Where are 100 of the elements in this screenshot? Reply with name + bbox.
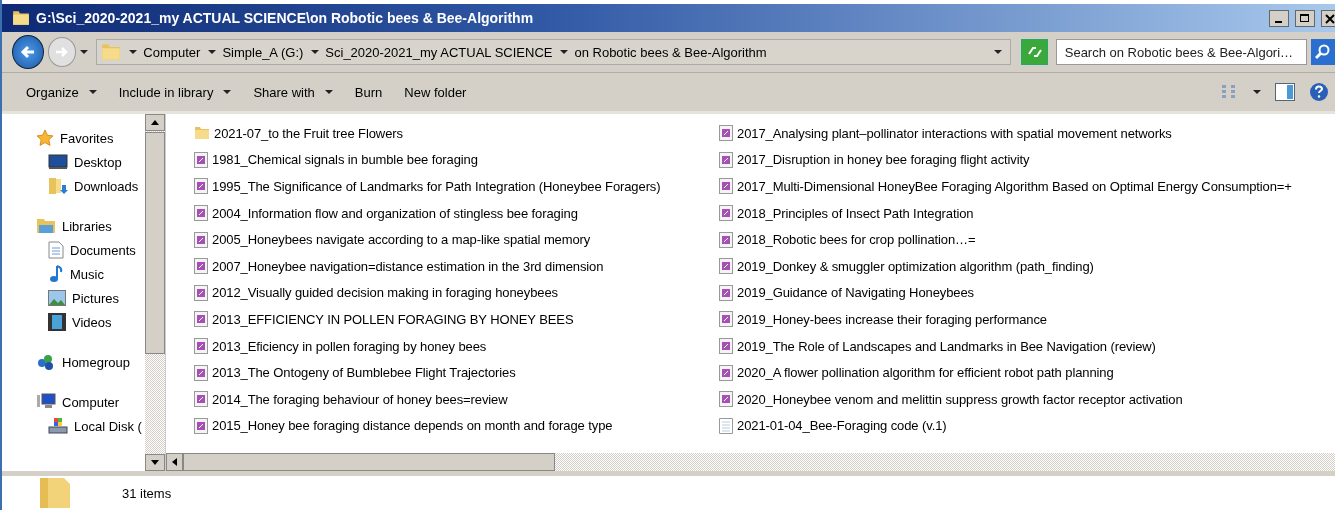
document-icon [194, 391, 208, 408]
horizontal-scrollbar[interactable] [166, 453, 1335, 471]
nav-item[interactable]: Local Disk ( [2, 414, 145, 438]
file-item[interactable]: 2013_The Ontogeny of Bumblebee Flight Trajectories [194, 359, 719, 386]
document-icon [194, 205, 208, 222]
caret-icon [1253, 90, 1261, 94]
toolbar-button[interactable]: Organize [20, 80, 103, 104]
window-title: G:\Sci_2020-2021_my ACTUAL SCIENCE\on Robotic bees & Bee-Algorithm [36, 10, 534, 26]
music-note-icon [48, 265, 64, 283]
nav-item[interactable]: Favorites [2, 126, 145, 150]
caret-icon [994, 50, 1003, 54]
close-button[interactable] [1321, 9, 1335, 27]
document-icon [719, 205, 733, 222]
file-item[interactable]: 2018_Principles of Insect Path Integration [719, 199, 1335, 227]
nav-item[interactable]: Videos [2, 310, 145, 334]
caret-icon [129, 50, 138, 54]
document-icon [194, 364, 208, 381]
search-field[interactable]: Search on Robotic bees & Bee-Algori… [1055, 39, 1307, 65]
maximize-button[interactable] [1295, 9, 1315, 27]
document-icon [719, 311, 733, 328]
toolbar-button[interactable]: Burn [348, 80, 389, 104]
file-item[interactable]: 2017_Disruption in honey bee foraging flight activity [719, 146, 1335, 174]
nav-item[interactable]: Music [2, 262, 145, 286]
breadcrumb[interactable]: Computer [129, 44, 201, 60]
file-item[interactable]: 2020_A flower pollination algorithm for efficient robot path planning [719, 359, 1335, 386]
scroll-left-icon[interactable] [172, 458, 177, 466]
file-item[interactable]: 2013_Eficiency in pollen foraging by honey bees [194, 332, 719, 360]
nav-item[interactable]: Computer [2, 390, 145, 414]
scroll-up-icon[interactable] [151, 120, 159, 125]
file-item[interactable]: 1995_The Significance of Landmarks for Path Integration (Honeybee Foragers) [194, 173, 719, 200]
search-button[interactable] [1310, 39, 1335, 65]
computer-icon [36, 393, 56, 411]
desktop-icon [48, 154, 68, 170]
file-item[interactable]: 2019_The Role of Landscapes and Landmarks in Bee Navigation (review) [719, 332, 1335, 360]
file-item[interactable]: 2017_Analysing plant–pollinator interactions with spatial movement networks [719, 120, 1335, 147]
caret-icon [560, 50, 569, 54]
back-button[interactable] [12, 35, 45, 69]
document-icon [719, 151, 733, 168]
caret-icon [223, 90, 232, 94]
file-item[interactable]: 2017_Multi-Dimensional HoneyBee Foraging Algorithm Based on Optimal Energy Consumption=+ [719, 173, 1335, 200]
document-icon [194, 417, 208, 434]
item-count: 31 items [122, 485, 172, 501]
document-icon [48, 241, 64, 259]
refresh-button[interactable] [1021, 39, 1048, 65]
star-icon [36, 129, 54, 147]
document-icon [719, 231, 733, 248]
file-item[interactable]: 2019_Guidance of Navigating Honeybees [719, 279, 1335, 307]
disk-drive-icon [48, 417, 68, 435]
toolbar-button[interactable]: Include in library [112, 80, 238, 104]
file-item[interactable]: 2021-07_to the Fruit tree Flowers [194, 120, 719, 147]
library-icon [36, 217, 56, 235]
breadcrumb[interactable]: on Robotic bees & Bee-Algorithm [560, 44, 767, 60]
text-file-icon [719, 417, 733, 434]
homegroup-icon [36, 353, 56, 371]
document-icon [194, 338, 208, 355]
document-icon [194, 151, 208, 168]
file-item[interactable]: 2013_EFFICIENCY IN POLLEN FORAGING BY HONEY BEES [194, 306, 719, 333]
nav-item[interactable]: Documents [2, 238, 145, 262]
file-item[interactable]: 2005_Honeybees navigate according to a map-like spatial memory [194, 226, 719, 253]
history-caret-icon [80, 50, 89, 54]
document-icon [194, 178, 208, 195]
right-arrow-icon [55, 46, 70, 58]
breadcrumb[interactable]: Sci_2020-2021_my ACTUAL SCIENCE [311, 44, 553, 60]
toolbar-button[interactable]: New folder [398, 80, 473, 104]
file-item[interactable]: 2014_The foraging behaviour of honey bees=review [194, 385, 719, 413]
caret-icon [311, 50, 320, 54]
file-item[interactable]: 2020_Honeybee venom and melittin suppress growth factor receptor activation [719, 385, 1335, 413]
file-item[interactable]: 2019_Honey-bees increase their foraging performance [719, 306, 1335, 333]
file-item[interactable]: 2021-01-04_Bee-Foraging code (v.1) [719, 412, 1335, 440]
film-icon [48, 313, 66, 331]
picture-icon [48, 290, 66, 306]
scroll-down-icon[interactable] [151, 460, 159, 465]
help-icon[interactable] [1309, 82, 1329, 102]
address-bar[interactable]: Computer Simple_A (G:) Sci_2020-2021_my ACTUAL SCIENCE on Robotic bees & Bee-Algorithm [96, 39, 1012, 65]
document-icon [719, 178, 733, 195]
document-icon [719, 284, 733, 301]
search-icon [1314, 44, 1331, 60]
file-item[interactable]: 2015_Honey bee foraging distance depends on month and forage type [194, 412, 719, 440]
document-icon [194, 258, 208, 275]
left-arrow-icon [20, 45, 36, 59]
nav-item[interactable]: Libraries [2, 214, 145, 238]
caret-icon [324, 90, 333, 94]
minimize-button[interactable] [1269, 9, 1289, 27]
nav-item[interactable]: Pictures [2, 286, 145, 310]
nav-item[interactable]: Downloads [2, 174, 145, 198]
toolbar-button[interactable]: Share with [247, 80, 339, 104]
nav-item[interactable]: Desktop [2, 150, 145, 174]
document-icon [194, 284, 208, 301]
document-icon [719, 338, 733, 355]
file-item[interactable]: 2018_Robotic bees for crop pollination…= [719, 226, 1335, 253]
folder-icon [12, 9, 30, 27]
breadcrumb[interactable]: Simple_A (G:) [208, 44, 304, 60]
file-item[interactable]: 2019_Donkey & smuggler optimization algorithm (path_finding) [719, 252, 1335, 280]
file-item[interactable]: 2007_Honeybee navigation=distance estimation in the 3rd dimension [194, 252, 719, 280]
file-item[interactable]: 2004_Information flow and organization of stingless bee foraging [194, 199, 719, 227]
nav-item[interactable]: Homegroup [2, 350, 145, 374]
file-item[interactable]: 1981_Chemical signals in bumble bee foraging [194, 146, 719, 174]
vertical-scrollbar[interactable] [145, 114, 165, 471]
file-item[interactable]: 2012_Visually guided decision making in foraging honeybees [194, 279, 719, 307]
preview-pane-icon[interactable] [1275, 83, 1295, 101]
